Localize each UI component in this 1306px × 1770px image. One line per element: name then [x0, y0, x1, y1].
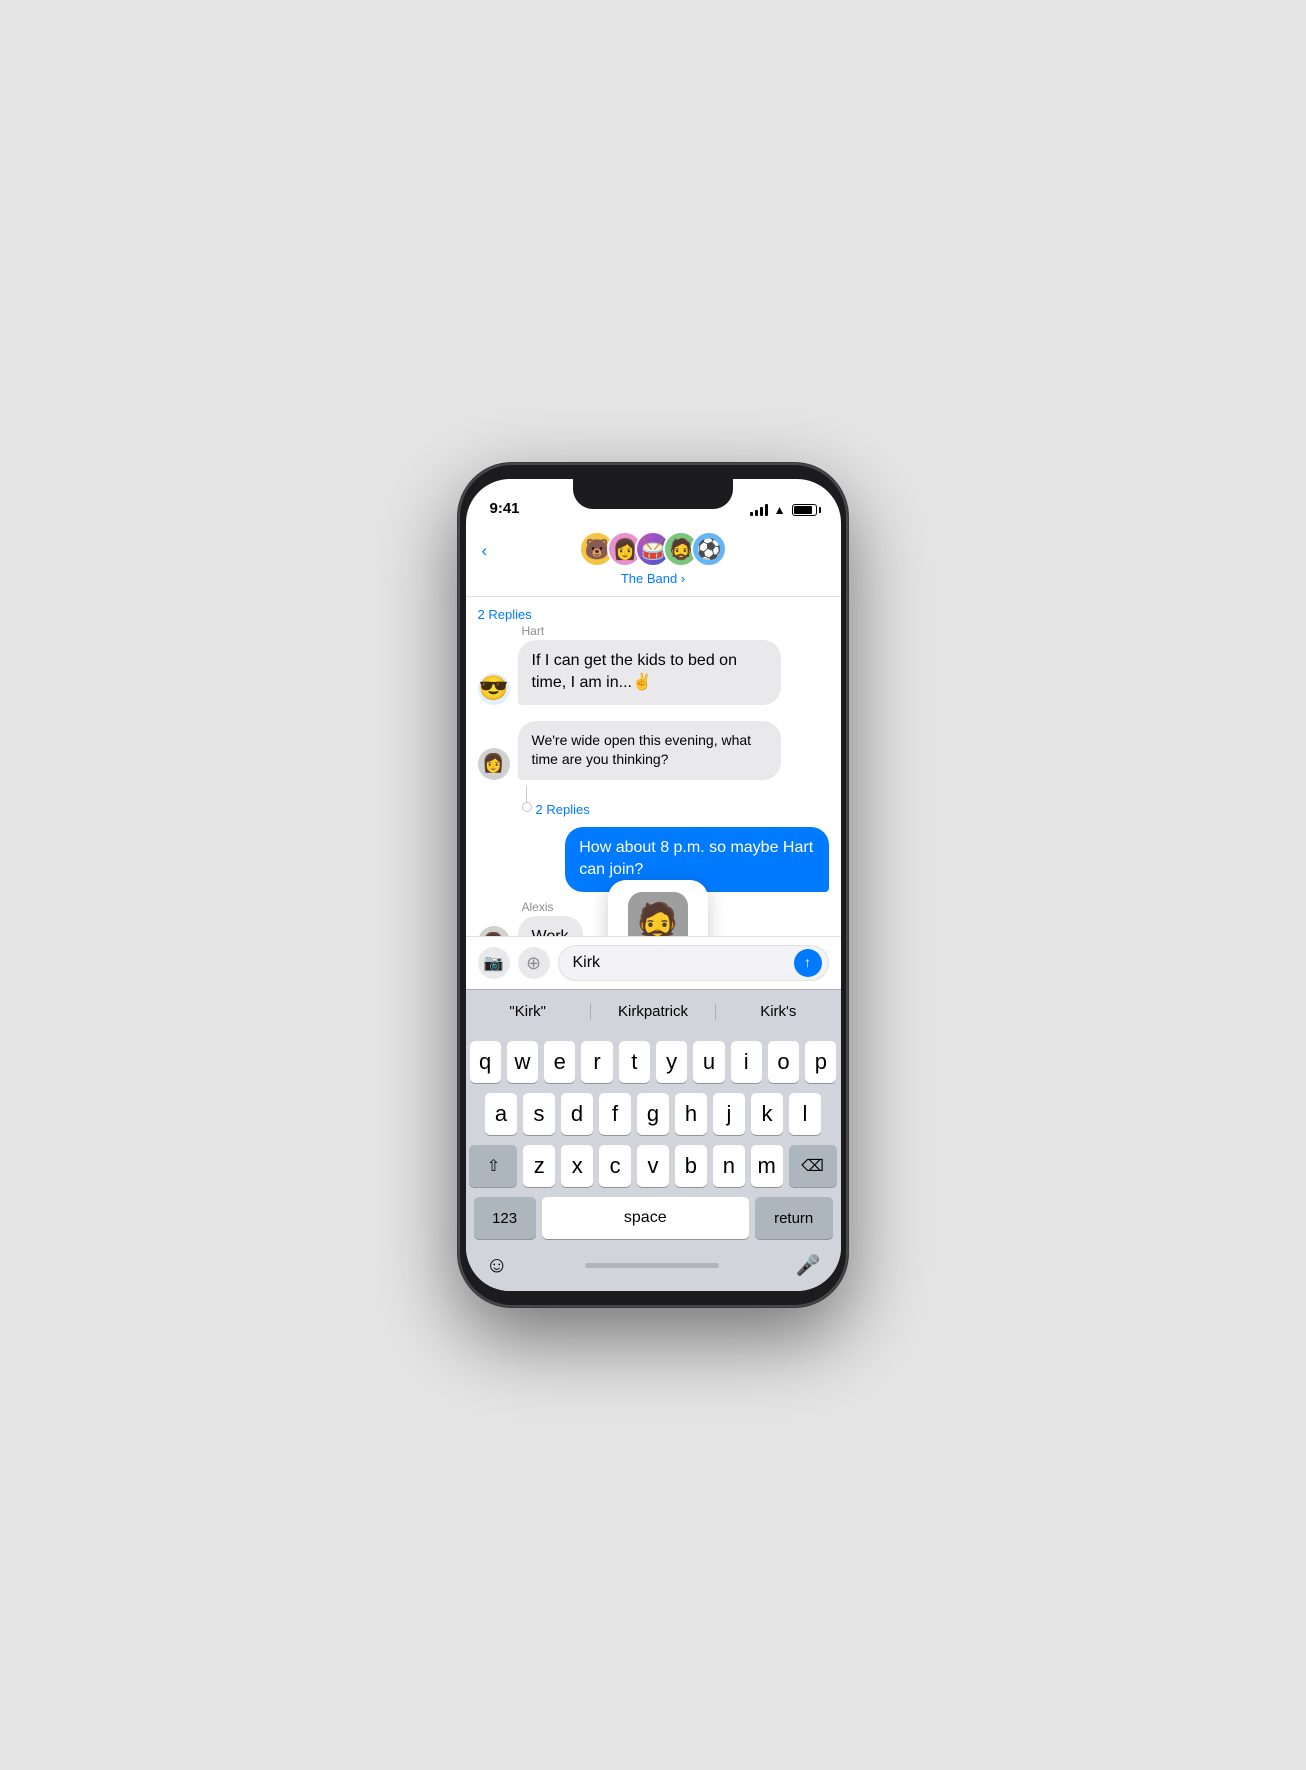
key-l[interactable]: l [789, 1093, 821, 1135]
notch [573, 479, 733, 509]
back-button[interactable]: ‹ [482, 541, 488, 561]
predict-item-3[interactable]: Kirk's [716, 1003, 840, 1020]
chat-area: 2 Replies 😎 Hart If I can get the kids t… [466, 597, 841, 936]
key-b[interactable]: b [675, 1145, 707, 1187]
group-name[interactable]: The Band › [621, 571, 685, 586]
key-s[interactable]: s [523, 1093, 555, 1135]
mention-popup: 🧔 Kirk [608, 880, 708, 936]
camera-button[interactable]: 📷 [478, 947, 510, 979]
message-avatar-4: 👩 [478, 926, 510, 936]
delete-key[interactable]: ⌫ [789, 1145, 837, 1187]
message-avatar-2: 👩 [478, 748, 510, 780]
key-j[interactable]: j [713, 1093, 745, 1135]
sender-name-4: Alexis [518, 900, 554, 914]
key-k[interactable]: k [751, 1093, 783, 1135]
emoji-button[interactable]: ☺ [486, 1252, 508, 1278]
bubble-wrap-2: We're wide open this evening, what time … [518, 721, 781, 780]
key-p[interactable]: p [805, 1041, 836, 1083]
key-q[interactable]: q [470, 1041, 501, 1083]
signal-icon [750, 504, 768, 516]
phone-frame: 9:41 ▲ ‹ 🐻 👩 🥁 [458, 463, 848, 1307]
avatar-5: ⚽ [691, 531, 727, 567]
key-n[interactable]: n [713, 1145, 745, 1187]
predict-item-1[interactable]: "Kirk" [466, 1003, 591, 1020]
status-icons: ▲ [750, 503, 817, 517]
message-thread-2: 👩 We're wide open this evening, what tim… [478, 721, 829, 819]
key-h[interactable]: h [675, 1093, 707, 1135]
keyboard-row-1: q w e r t y u i o p [470, 1041, 837, 1083]
text-input[interactable]: Kirk [573, 954, 601, 972]
key-y[interactable]: y [656, 1041, 687, 1083]
keyboard-bottom-row: 123 space return [470, 1197, 837, 1239]
bubble-wrap-4: Alexis Work [518, 900, 583, 936]
key-t[interactable]: t [619, 1041, 650, 1083]
key-w[interactable]: w [507, 1041, 538, 1083]
replies-link-2[interactable]: 2 Replies [536, 800, 590, 819]
return-key[interactable]: return [755, 1197, 833, 1239]
key-m[interactable]: m [751, 1145, 783, 1187]
sender-name-1: Hart [518, 624, 545, 638]
key-r[interactable]: r [581, 1041, 612, 1083]
text-input-wrap[interactable]: Kirk ↑ [558, 945, 829, 981]
message-avatar-1: 😎 [478, 673, 510, 705]
send-button[interactable]: ↑ [794, 949, 822, 977]
predict-item-2[interactable]: Kirkpatrick [591, 1003, 716, 1020]
key-a[interactable]: a [485, 1093, 517, 1135]
keyboard-row-3: ⇧ z x c v b n m ⌫ [470, 1145, 837, 1187]
key-o[interactable]: o [768, 1041, 799, 1083]
nav-header: ‹ 🐻 👩 🥁 🧔 ⚽ The Band › [466, 523, 841, 597]
battery-icon [792, 504, 817, 516]
key-123[interactable]: 123 [474, 1197, 536, 1239]
key-g[interactable]: g [637, 1093, 669, 1135]
key-u[interactable]: u [693, 1041, 724, 1083]
bubble-4: Work [518, 916, 583, 936]
message-thread-4: 👩 Alexis Work 🧔 Kirk [478, 900, 829, 936]
bubble-2: We're wide open this evening, what time … [518, 721, 781, 780]
mic-button[interactable]: 🎤 [796, 1253, 821, 1278]
phone-screen: 9:41 ▲ ‹ 🐻 👩 🥁 [466, 479, 841, 1291]
send-arrow-icon: ↑ [804, 954, 811, 970]
key-e[interactable]: e [544, 1041, 575, 1083]
key-z[interactable]: z [523, 1145, 555, 1187]
key-v[interactable]: v [637, 1145, 669, 1187]
apps-button[interactable]: ⊕ [518, 947, 550, 979]
message-thread-1: 2 Replies 😎 Hart If I can get the kids t… [478, 605, 829, 705]
keyboard: q w e r t y u i o p a s d f g h j k [466, 1033, 841, 1291]
key-f[interactable]: f [599, 1093, 631, 1135]
home-indicator-area [585, 1263, 719, 1268]
keyboard-row-2: a s d f g h j k l [470, 1093, 837, 1135]
key-d[interactable]: d [561, 1093, 593, 1135]
key-c[interactable]: c [599, 1145, 631, 1187]
status-time: 9:41 [490, 500, 520, 517]
message-row-2: 👩 We're wide open this evening, what tim… [478, 721, 829, 780]
predictive-bar: "Kirk" Kirkpatrick Kirk's [466, 989, 841, 1033]
replies-link-1[interactable]: 2 Replies [478, 605, 829, 624]
shift-key[interactable]: ⇧ [469, 1145, 517, 1187]
bubble-1: If I can get the kids to bed on time, I … [518, 640, 781, 705]
input-area: 📷 ⊕ Kirk ↑ [466, 936, 841, 989]
message-row-1: 😎 Hart If I can get the kids to bed on t… [478, 624, 829, 705]
space-key[interactable]: space [542, 1197, 749, 1239]
wifi-icon: ▲ [774, 503, 786, 517]
key-x[interactable]: x [561, 1145, 593, 1187]
bubble-wrap-1: Hart If I can get the kids to bed on tim… [518, 624, 781, 705]
group-avatars: 🐻 👩 🥁 🧔 ⚽ [583, 531, 723, 567]
mention-avatar: 🧔 [628, 892, 688, 936]
key-i[interactable]: i [731, 1041, 762, 1083]
